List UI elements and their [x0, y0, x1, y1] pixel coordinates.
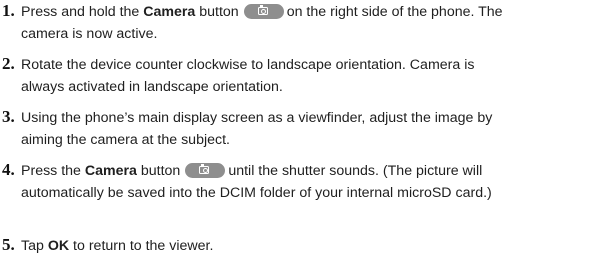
camera-button-icon [185, 163, 226, 178]
ok-label: OK [47, 238, 70, 254]
step-text: Press and hold the Camera button on the r… [21, 1, 587, 45]
camera-icon [257, 5, 268, 15]
text-segment: button [136, 163, 181, 179]
text-segment: until the shutter sounds. (The picture w… [228, 163, 483, 179]
step-line: camera is now active. [21, 26, 158, 42]
step-number: 1. [2, 1, 15, 20]
step-text: Using the phone’s main display screen as… [21, 107, 587, 151]
camera-button-icon [243, 4, 284, 19]
step-number: 2. [2, 54, 15, 73]
step-line: always activated in landscape orientatio… [21, 79, 283, 95]
camera-label: Camera [143, 4, 196, 20]
step-text: Press the Camera button until the shutter… [21, 160, 587, 204]
camera-icon [199, 164, 210, 174]
step-line: Rotate the device counter clockwise to l… [21, 57, 475, 73]
text-segment: Tap [21, 238, 48, 254]
step-text: Rotate the device counter clockwise to l… [21, 54, 587, 98]
step-number: 5. [2, 235, 15, 254]
step-line: Using the phone’s main display screen as… [21, 110, 493, 126]
step-line: automatically be saved into the DCIM fol… [21, 185, 492, 201]
step-text: Tap OK to return to the viewer. [21, 235, 587, 257]
step-line: Tap OK to return to the viewer. [21, 235, 587, 257]
step-line: Press and hold the Camera button on the r… [21, 1, 587, 23]
step-number: 3. [2, 107, 15, 126]
step-line: Press the Camera button until the shutter… [21, 160, 587, 182]
text-segment: to return to the viewer. [69, 238, 214, 254]
text-segment: Press the [21, 163, 85, 179]
step-number: 4. [2, 160, 15, 179]
step-line: aiming the camera at the subject. [21, 132, 230, 148]
camera-label: Camera [84, 163, 137, 179]
text-segment: Press and hold the [21, 4, 144, 20]
text-segment: button [195, 4, 239, 20]
text-segment: on the right side of the phone. The [286, 4, 503, 20]
